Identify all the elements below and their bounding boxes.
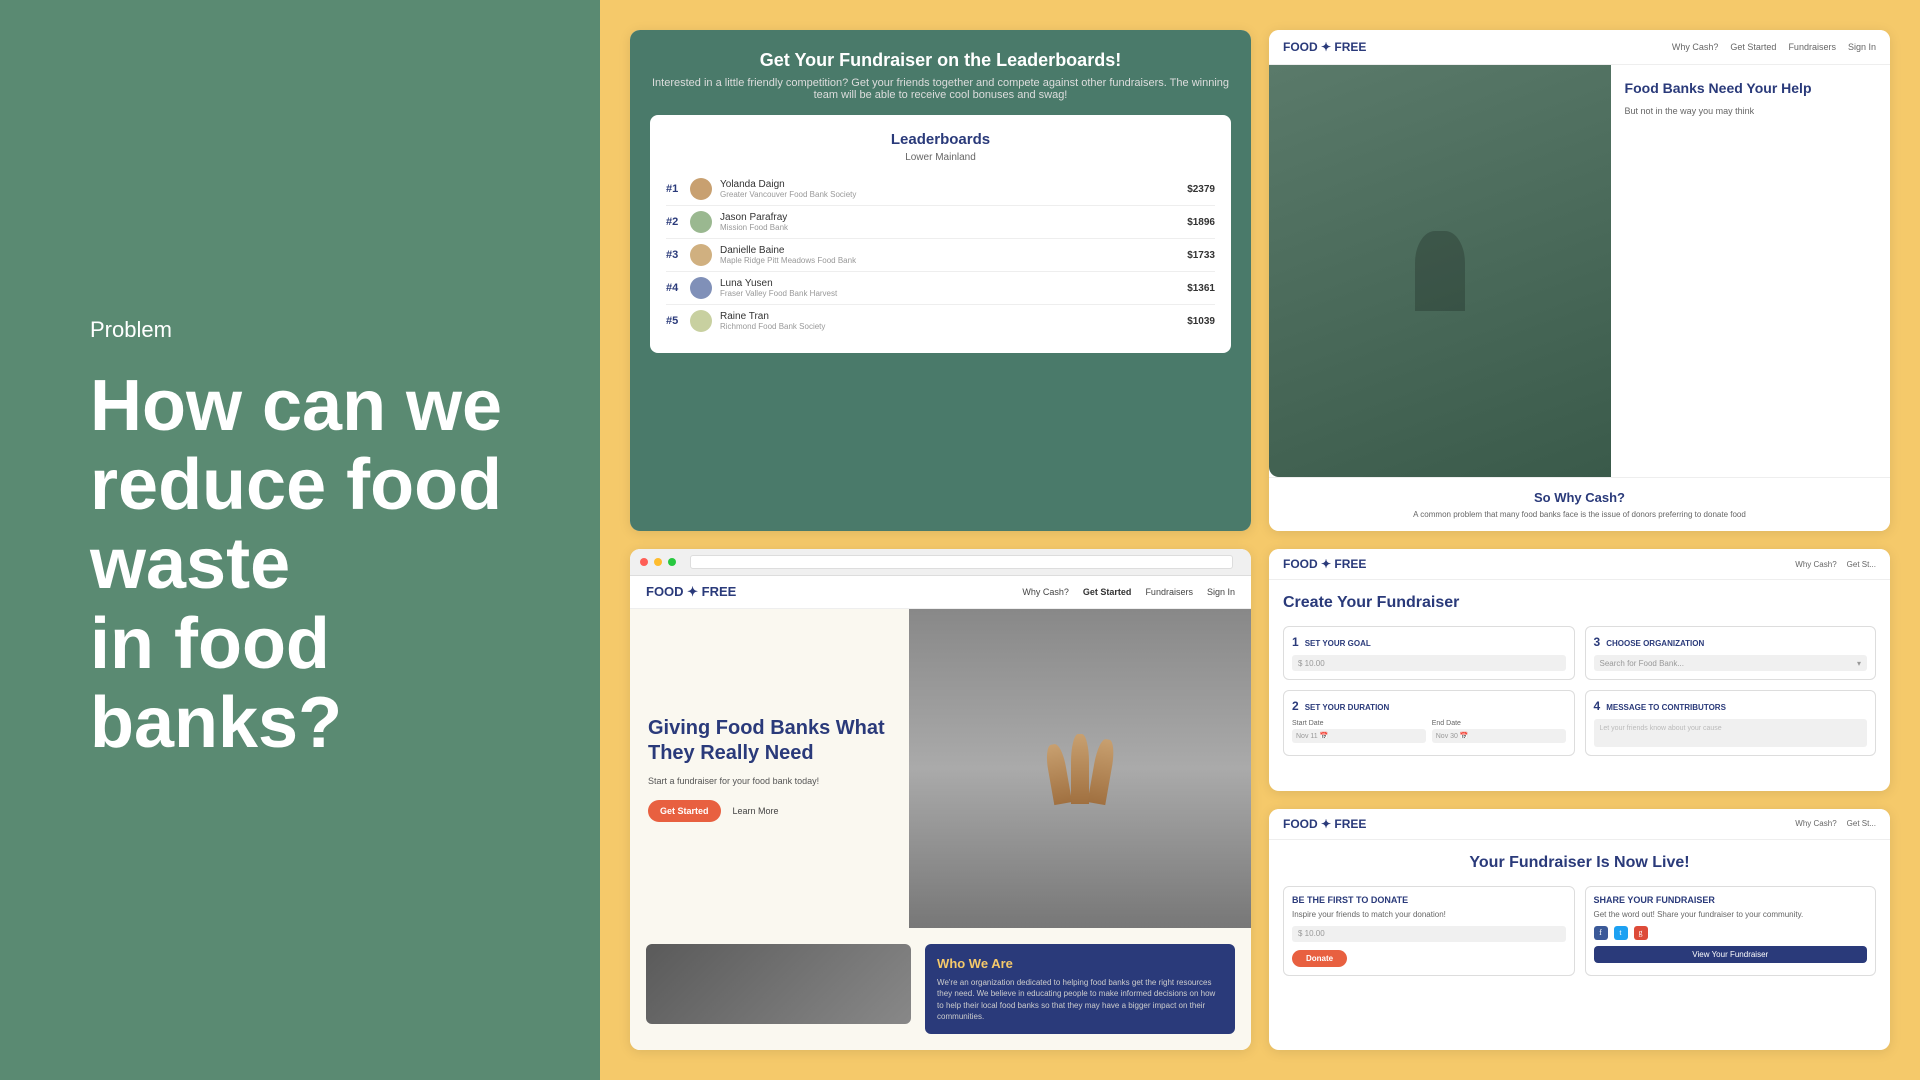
card2-logo: FOOD ✦ FREE	[1283, 40, 1366, 54]
browser-max-dot	[668, 558, 676, 566]
card3-who-body: We're an organization dedicated to helpi…	[937, 977, 1223, 1022]
card4-goal-input[interactable]: $ 10.00	[1292, 655, 1566, 671]
avatar	[690, 244, 712, 266]
browser-address-bar[interactable]	[690, 555, 1233, 569]
card2-nav: FOOD ✦ FREE Why Cash? Get Started Fundra…	[1269, 30, 1890, 65]
browser-close-dot	[640, 558, 648, 566]
card-main-website: FOOD ✦ FREE Why Cash? Get Started Fundra…	[630, 549, 1251, 1050]
table-row: #4 Luna YusenFraser Valley Food Bank Har…	[666, 272, 1215, 305]
twitter-icon[interactable]: t	[1614, 926, 1628, 940]
card2-so-why: So Why Cash? A common problem that many …	[1269, 477, 1890, 531]
gplus-icon[interactable]: g	[1634, 926, 1648, 940]
browser-min-dot	[654, 558, 662, 566]
left-panel: Problem How can we reduce food waste in …	[0, 0, 600, 1080]
card1-title: Get Your Fundraiser on the Leaderboards!	[760, 50, 1121, 71]
main-heading: How can we reduce food waste in food ban…	[90, 367, 510, 763]
table-row: #3 Danielle BaineMaple Ridge Pitt Meadow…	[666, 239, 1215, 272]
card4-message-input[interactable]: Let your friends know about your cause	[1594, 719, 1868, 747]
card3-hero-image	[909, 609, 1251, 928]
card5-donate-text: Inspire your friends to match your donat…	[1292, 909, 1566, 920]
table-row: #5 Raine TranRichmond Food Bank Society …	[666, 305, 1215, 337]
card5-share-text: Get the word out! Share your fundraiser …	[1594, 909, 1868, 920]
card5-panels: BE THE FIRST TO DONATE Inspire your frie…	[1283, 886, 1876, 976]
card5-view-button[interactable]: View Your Fundraiser	[1594, 946, 1868, 963]
card3-hero-left: Giving Food Banks What They Really Need …	[630, 609, 909, 928]
card3-logo: FOOD ✦ FREE	[646, 584, 736, 600]
right-stack: FOOD ✦ FREE Why Cash? Get St... Create Y…	[1269, 549, 1890, 1050]
card4-logo: FOOD ✦ FREE	[1283, 557, 1366, 571]
card2-hero: Food Banks Need Your Help But not in the…	[1269, 65, 1890, 477]
card2-hero-content: Food Banks Need Your Help But not in the…	[1611, 65, 1890, 477]
leaderboard-title: Leaderboards	[666, 131, 1215, 148]
card5-donate-title: BE THE FIRST TO DONATE	[1292, 895, 1566, 905]
card5-logo: FOOD ✦ FREE	[1283, 817, 1366, 831]
avatar	[690, 277, 712, 299]
card4-steps: 1 SET YOUR GOAL $ 10.00 3 CHOOSE ORGANIZ…	[1283, 626, 1876, 756]
card2-so-why-title: So Why Cash?	[1283, 490, 1876, 505]
card5-body: Your Fundraiser Is Now Live! BE THE FIRS…	[1269, 840, 1890, 1051]
card3-hero: Giving Food Banks What They Really Need …	[630, 609, 1251, 928]
card-create-fundraiser: FOOD ✦ FREE Why Cash? Get St... Create Y…	[1269, 549, 1890, 791]
card4-step2: 2 SET YOUR DURATION Start Date Nov 11 📅 …	[1283, 690, 1575, 756]
card5-donate-input[interactable]: $ 10.00	[1292, 926, 1566, 942]
card3-nav: FOOD ✦ FREE Why Cash? Get Started Fundra…	[630, 576, 1251, 609]
card-food-banks-help: FOOD ✦ FREE Why Cash? Get Started Fundra…	[1269, 30, 1890, 531]
browser-bar	[630, 549, 1251, 576]
card2-hero-image	[1269, 65, 1611, 477]
card-leaderboards: Get Your Fundraiser on the Leaderboards!…	[630, 30, 1251, 531]
card4-step3: 3 CHOOSE ORGANIZATION Search for Food Ba…	[1585, 626, 1877, 680]
card3-get-started-button[interactable]: Get Started	[648, 800, 721, 822]
card2-so-why-text: A common problem that many food banks fa…	[1283, 510, 1876, 519]
card3-hero-buttons: Get Started Learn More	[648, 800, 891, 822]
facebook-icon[interactable]: f	[1594, 926, 1608, 940]
problem-label: Problem	[90, 317, 510, 343]
card3-who-we-are: Who We Are We're an organization dedicat…	[630, 928, 1251, 1050]
card3-nav-links: Why Cash? Get Started Fundraisers Sign I…	[1022, 587, 1235, 597]
card5-share-icons: f t g	[1594, 926, 1868, 940]
avatar	[690, 178, 712, 200]
card-fundraiser-ready: FOOD ✦ FREE Why Cash? Get St... Your Fun…	[1269, 809, 1890, 1051]
avatar	[690, 211, 712, 233]
card4-body: Create Your Fundraiser 1 SET YOUR GOAL $…	[1269, 580, 1890, 791]
right-panel: Get Your Fundraiser on the Leaderboards!…	[600, 0, 1920, 1080]
card1-subtitle: Interested in a little friendly competit…	[650, 77, 1231, 101]
card3-who-text: Who We Are We're an organization dedicat…	[925, 944, 1235, 1034]
card5-nav: FOOD ✦ FREE Why Cash? Get St...	[1269, 809, 1890, 840]
card4-nav: FOOD ✦ FREE Why Cash? Get St...	[1269, 549, 1890, 580]
card3-who-image	[646, 944, 911, 1024]
leaderboard-sub: Lower Mainland	[666, 152, 1215, 163]
card3-hero-subtext: Start a fundraiser for your food bank to…	[648, 776, 891, 786]
card3-learn-more-button[interactable]: Learn More	[733, 806, 779, 816]
card5-share-title: SHARE YOUR FUNDRAISER	[1594, 895, 1868, 905]
card2-hero-heading: Food Banks Need Your Help	[1625, 79, 1876, 97]
card3-who-heading: Who We Are	[937, 956, 1223, 971]
avatar	[690, 310, 712, 332]
table-row: #2 Jason ParafrayMission Food Bank $1896	[666, 206, 1215, 239]
card5-share-panel: SHARE YOUR FUNDRAISER Get the word out! …	[1585, 886, 1877, 976]
card5-donate-button[interactable]: Donate	[1292, 950, 1347, 967]
table-row: #1 Yolanda DaignGreater Vancouver Food B…	[666, 173, 1215, 206]
card4-start-date[interactable]: Nov 11 📅	[1292, 729, 1426, 743]
card4-org-select[interactable]: Search for Food Bank... ▾	[1594, 655, 1868, 671]
leaderboard-table: Leaderboards Lower Mainland #1 Yolanda D…	[650, 115, 1231, 353]
card2-hero-subtext: But not in the way you may think	[1625, 105, 1876, 118]
card4-nav-links: Why Cash? Get St...	[1795, 560, 1876, 569]
card5-donate-panel: BE THE FIRST TO DONATE Inspire your frie…	[1283, 886, 1575, 976]
card4-heading: Create Your Fundraiser	[1283, 594, 1876, 612]
card5-heading: Your Fundraiser Is Now Live!	[1283, 854, 1876, 872]
card4-step4: 4 MESSAGE TO CONTRIBUTORS Let your frien…	[1585, 690, 1877, 756]
card3-hero-heading: Giving Food Banks What They Really Need	[648, 716, 891, 766]
card5-nav-links: Why Cash? Get St...	[1795, 819, 1876, 828]
card2-nav-links: Why Cash? Get Started Fundraisers Sign I…	[1672, 42, 1876, 52]
card4-end-date[interactable]: Nov 30 📅	[1432, 729, 1566, 743]
card4-step1: 1 SET YOUR GOAL $ 10.00	[1283, 626, 1575, 680]
